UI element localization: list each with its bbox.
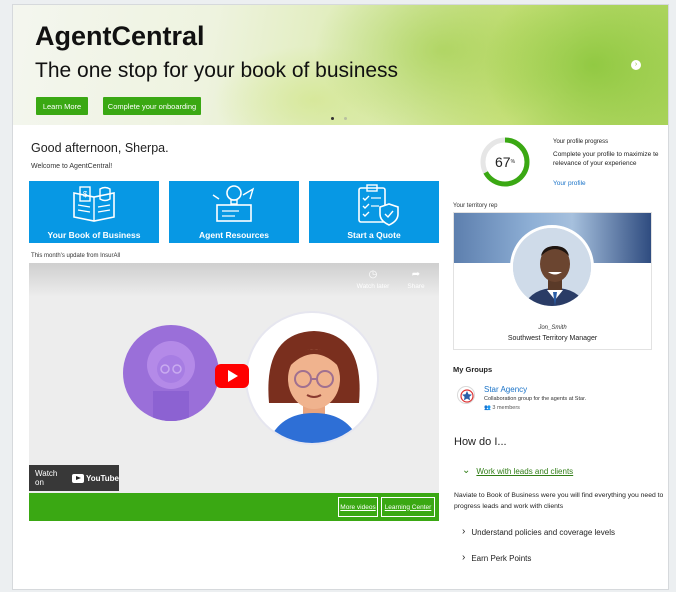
- learn-more-button[interactable]: Learn More: [36, 97, 88, 115]
- hero-banner: AgentCentral The one stop for your book …: [13, 5, 668, 125]
- profile-progress-text: Complete your profile to maximize te rel…: [553, 151, 659, 167]
- play-button[interactable]: [215, 364, 249, 388]
- book-of-business-tile[interactable]: $ Your Book of Business: [29, 181, 159, 243]
- carousel-dot[interactable]: [344, 117, 347, 120]
- greeting-title: Good afternoon, Sherpa.: [31, 141, 169, 155]
- share-button[interactable]: ➦ Share: [401, 269, 431, 290]
- app-frame: AgentCentral The one stop for your book …: [12, 4, 669, 590]
- svg-text:$: $: [83, 190, 88, 199]
- chevron-down-icon: ⌄: [462, 465, 471, 476]
- avatar: [123, 325, 219, 421]
- my-groups-title: My Groups: [453, 365, 493, 374]
- territory-rep-label: Your territory rep: [453, 203, 498, 209]
- tile-label: Your Book of Business: [47, 230, 141, 240]
- clock-icon: ◷: [368, 269, 378, 280]
- group-name-link[interactable]: Star Agency: [484, 385, 527, 394]
- agent-resources-tile[interactable]: Agent Resources: [169, 181, 299, 243]
- accordion-item-policies[interactable]: › Understand policies and coverage level…: [462, 527, 615, 537]
- accordion-item-leads[interactable]: ⌄ Work with leads and clients: [462, 466, 573, 476]
- profile-percent: 67%: [494, 154, 516, 170]
- avatar: [510, 225, 594, 309]
- clipboard-shield-icon: [358, 184, 399, 226]
- video-footer-bar: More videos Learning Center: [29, 493, 439, 521]
- start-quote-tile[interactable]: Start a Quote: [309, 181, 439, 243]
- youtube-logo-icon: YouTube: [71, 473, 119, 483]
- chevron-right-icon: ›: [462, 552, 466, 563]
- members-icon: 👥: [484, 405, 491, 411]
- avatar: [245, 311, 379, 445]
- carousel-dots: [331, 117, 347, 120]
- group-description: Collaboration group for the agents at St…: [484, 396, 587, 402]
- hero-title: AgentCentral: [35, 21, 205, 51]
- your-profile-link[interactable]: Your profile: [553, 180, 586, 187]
- territory-rep-card[interactable]: Jon_Smith Southwest Territory Manager: [453, 212, 652, 350]
- rep-title: Southwest Territory Manager: [507, 335, 598, 342]
- carousel-dot[interactable]: [331, 117, 334, 120]
- chevron-right-icon[interactable]: ›: [631, 60, 641, 70]
- how-do-i-title: How do I...: [454, 436, 507, 448]
- accordion-body: Naviate to Book of Business were you wil…: [454, 492, 664, 510]
- learning-center-link[interactable]: Learning Center: [381, 497, 435, 517]
- star-icon: [457, 386, 475, 404]
- book-icon: $: [73, 186, 115, 222]
- chevron-right-icon: ›: [462, 526, 466, 537]
- update-label: This month's update from InsurAll: [31, 253, 121, 259]
- group-members: 👥 3 members: [484, 405, 520, 411]
- lightbulb-icon: [212, 185, 255, 222]
- tile-label: Agent Resources: [199, 230, 269, 240]
- profile-progress-title: Your profile progress: [553, 139, 609, 145]
- video-player[interactable]: ◷ Watch later ➦ Share Watch on YouTube: [29, 263, 439, 493]
- more-videos-link[interactable]: More videos: [338, 497, 378, 517]
- accordion-item-perk-points[interactable]: › Earn Perk Points: [462, 553, 531, 563]
- welcome-text: Welcome to AgentCentral!: [31, 163, 113, 170]
- share-icon: ➦: [411, 269, 421, 280]
- rep-name: Jon_Smith: [538, 325, 567, 331]
- watch-on-youtube-button[interactable]: Watch on YouTube: [29, 465, 119, 491]
- hero-subtitle: The one stop for your book of business: [35, 59, 399, 82]
- complete-onboarding-button[interactable]: Complete your onboarding: [103, 97, 201, 115]
- tile-label: Start a Quote: [347, 230, 401, 240]
- watch-later-button[interactable]: ◷ Watch later: [353, 269, 393, 290]
